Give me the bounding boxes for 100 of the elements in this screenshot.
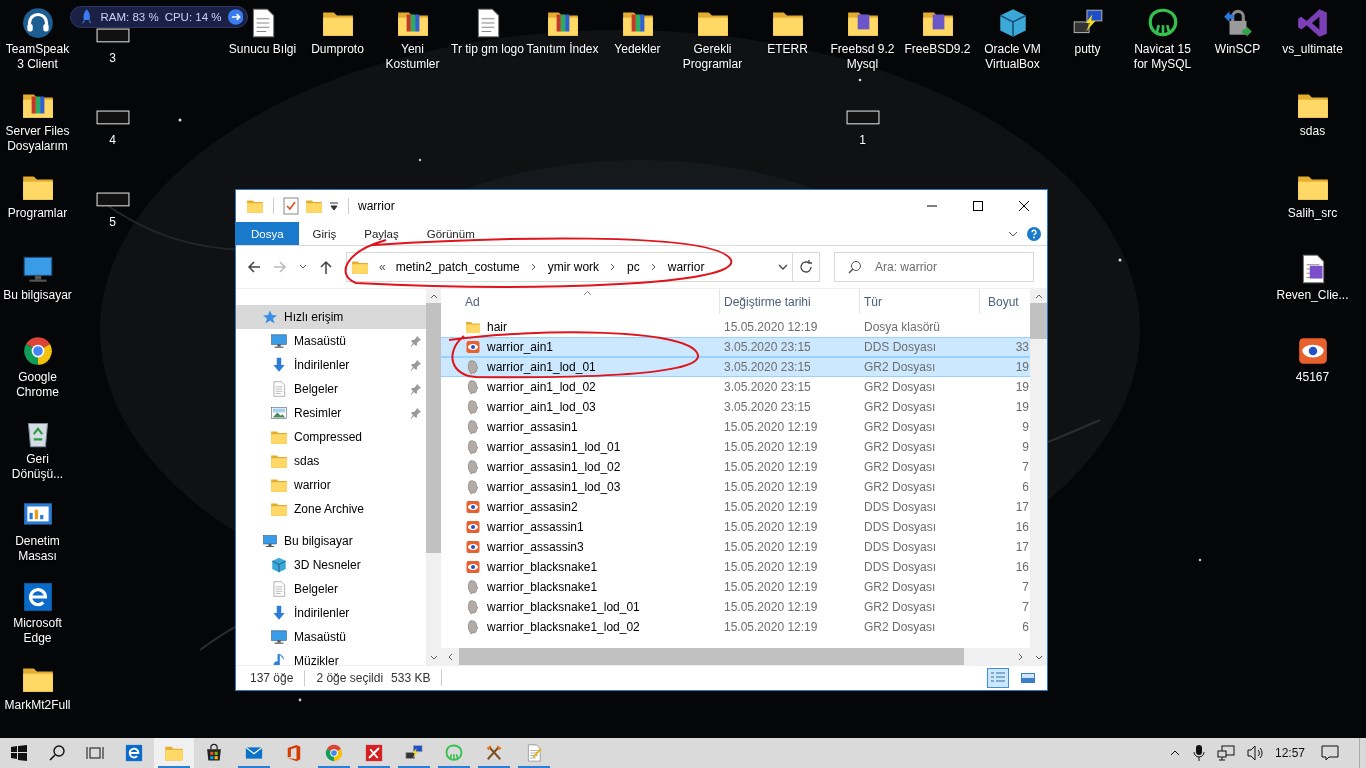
navigation-item[interactable]: 3D Nesneler — [236, 553, 426, 577]
scrollbar-thumb[interactable] — [1030, 303, 1047, 339]
file-row[interactable]: warrior_assassin3 15.05.2020 12:19 DDS Dosyası 17 — [441, 537, 1030, 557]
shortcut-label[interactable]: Navicat 15 for MySQL — [1126, 42, 1199, 72]
file-row[interactable]: warrior_ain1_lod_02 3.05.2020 23:15 GR2 Dosyası 19 — [441, 377, 1030, 397]
shortcut-label[interactable]: MarkMt2Full — [1, 698, 74, 713]
shortcut-label[interactable]: Denetim Masası — [1, 534, 74, 564]
file-row[interactable]: warrior_blacksnake1_lod_02 15.05.2020 12:19 GR2 Dosyası 6 — [441, 617, 1030, 637]
thumbnail-icon[interactable] — [95, 110, 130, 125]
file-row[interactable]: warrior_assasin1_lod_01 15.05.2020 12:19 GR2 Dosyası 9 — [441, 437, 1030, 457]
overflow-chevrons[interactable]: « — [379, 260, 386, 274]
file-row[interactable]: warrior_blacksnake1 15.05.2020 12:19 DDS Dosyası 16 — [441, 557, 1030, 577]
scroll-right-icon[interactable] — [1018, 652, 1024, 661]
file-row[interactable]: warrior_assasin1 15.05.2020 12:19 GR2 Dosyası 9 — [441, 417, 1030, 437]
shortcut-label[interactable]: 3 — [76, 50, 149, 66]
navigation-item[interactable]: Belgeler — [236, 377, 426, 401]
headset-icon[interactable] — [20, 6, 55, 40]
notification-icon[interactable] — [1321, 745, 1339, 761]
scrollbar[interactable] — [1030, 289, 1047, 665]
navigation-item[interactable]: Bu bilgisayar — [236, 529, 426, 553]
scrollbar-thumb[interactable] — [426, 303, 441, 553]
shortcut-label[interactable]: Geri Dönüşü... — [1, 452, 74, 482]
scroll-up-icon[interactable] — [429, 293, 438, 299]
shortcut-label[interactable]: sdas — [1276, 124, 1349, 139]
column-header[interactable]: Ad — [461, 289, 720, 314]
file-row[interactable]: hair 15.05.2020 12:19 Dosya klasörü — [441, 317, 1030, 337]
shortcut-label[interactable]: 4 — [76, 132, 149, 148]
shortcut-label[interactable]: Yedekler — [601, 42, 674, 57]
navigation-item[interactable]: Masaüstü — [236, 625, 426, 649]
pin-icon[interactable] — [410, 359, 422, 371]
shortcut-label[interactable]: Google Chrome — [1, 370, 74, 400]
pin-icon[interactable] — [410, 335, 422, 347]
scroll-down-icon[interactable] — [429, 655, 438, 661]
navigation-item[interactable]: sdas — [236, 449, 426, 473]
arrow-right-icon[interactable] — [227, 9, 243, 25]
shortcut-label[interactable]: Yeni Kostumler — [376, 42, 449, 72]
pin-icon[interactable] — [410, 383, 422, 395]
pin-icon[interactable] — [410, 407, 422, 419]
shortcut-label[interactable]: WinSCP — [1201, 42, 1274, 57]
scroll-down-icon[interactable] — [1034, 655, 1043, 661]
file-row[interactable]: warrior_ain1 3.05.2020 23:15 DDS Dosyası 33 — [441, 337, 1030, 357]
shortcut-label[interactable]: FreeBSD9.2 — [901, 42, 974, 57]
navigation-item[interactable]: warrior — [236, 473, 426, 497]
shortcut-label[interactable]: vs_ultimate — [1276, 42, 1349, 57]
shortcut-label[interactable]: Gerekli Programlar — [676, 42, 749, 72]
shortcut-label[interactable]: Microsoft Edge — [1, 616, 74, 646]
thumbnail-icon[interactable] — [845, 110, 880, 125]
file-row[interactable]: warrior_blacksnake1_lod_01 15.05.2020 12:19 GR2 Dosyası 7 — [441, 597, 1030, 617]
navigation-item[interactable]: İndirilenler — [236, 353, 426, 377]
navigation-item[interactable]: Hızlı erişim — [236, 305, 426, 329]
shortcut-label[interactable]: Freebsd 9.2 Mysql — [826, 42, 899, 72]
shortcut-label[interactable]: Server Files Dosyalarım — [1, 124, 74, 154]
file-row[interactable]: warrior_ain1_lod_01 3.05.2020 23:15 GR2 Dosyası 19 — [441, 357, 1030, 377]
clock[interactable]: 12:57 — [1274, 746, 1305, 760]
navigation-item[interactable]: Resimler — [236, 401, 426, 425]
column-header[interactable]: Tür — [860, 289, 980, 314]
scroll-left-icon[interactable] — [447, 652, 453, 661]
breadcrumb[interactable]: metin2_patch_costume — [395, 260, 520, 274]
shortcut-label[interactable]: Sunucu Bılgi — [226, 42, 299, 57]
navigation-item[interactable]: Masaüstü — [236, 329, 426, 353]
volume-icon[interactable] — [1246, 745, 1265, 761]
shortcut-label[interactable]: 45167 — [1276, 370, 1349, 385]
shortcut-label[interactable]: 1 — [826, 132, 899, 148]
navigation-item[interactable]: Compressed — [236, 425, 426, 449]
shortcut-label[interactable]: Oracle VM VirtualBox — [976, 42, 1049, 72]
shortcut-label[interactable]: Dumproto — [301, 42, 374, 57]
back-arrow-icon[interactable] — [246, 259, 262, 275]
search-field[interactable]: Ara: warrior — [834, 252, 1034, 282]
shortcut-label[interactable]: Tanıtım İndex — [526, 42, 599, 57]
file-row[interactable]: warrior_assasin1_lod_02 15.05.2020 12:19 GR2 Dosyası 7 — [441, 457, 1030, 477]
shortcut-label[interactable]: Salih_src — [1276, 206, 1349, 221]
shortcut-label[interactable]: putty — [1051, 42, 1124, 57]
breadcrumb[interactable]: ymir work — [547, 260, 600, 274]
file-row[interactable]: warrior_blacksnake1 15.05.2020 12:19 GR2 Dosyası 7 — [441, 577, 1030, 597]
navigation-item[interactable]: Belgeler — [236, 577, 426, 601]
scrollbar[interactable] — [426, 289, 441, 665]
details-view-button[interactable] — [987, 668, 1009, 688]
shortcut-label[interactable]: TeamSpeak 3 Client — [1, 42, 74, 72]
address-bar[interactable]: « metin2_patch_costume ymir work pc warrior — [346, 252, 794, 282]
network-icon[interactable] — [1216, 745, 1235, 761]
breadcrumb[interactable]: pc — [627, 260, 640, 274]
file-row[interactable]: warrior_assassin1 15.05.2020 12:19 DDS Dosyası 16 — [441, 517, 1030, 537]
breadcrumb[interactable]: warrior — [667, 260, 705, 274]
properties-icon[interactable] — [283, 197, 299, 215]
up-arrow-icon[interactable] — [318, 259, 334, 275]
navigation-item[interactable]: İndirilenler — [236, 601, 426, 625]
navigation-item[interactable]: Müzikler — [236, 649, 426, 665]
chevron-right-icon[interactable] — [529, 263, 538, 271]
dropdown-icon[interactable] — [329, 201, 339, 211]
microphone-icon[interactable] — [1192, 745, 1205, 761]
scroll-up-icon[interactable] — [1034, 293, 1043, 299]
app-logo-icon[interactable] — [1295, 6, 1330, 40]
ribbon-tab[interactable]: Dosya — [236, 222, 299, 245]
file-row[interactable]: warrior_ain1_lod_03 3.05.2020 23:15 GR2 Dosyası 19 — [441, 397, 1030, 417]
shortcut-label[interactable]: Reven_Clie... — [1276, 288, 1349, 303]
thumbnail-icon[interactable] — [95, 28, 130, 43]
shortcut-label[interactable]: 5 — [76, 214, 149, 230]
file-row[interactable]: warrior_assasin2 15.05.2020 12:19 DDS Dosyası 17 — [441, 497, 1030, 517]
file-row[interactable]: warrior_assasin1_lod_03 15.05.2020 12:19 GR2 Dosyası 6 — [441, 477, 1030, 497]
refresh-button[interactable] — [792, 252, 820, 282]
